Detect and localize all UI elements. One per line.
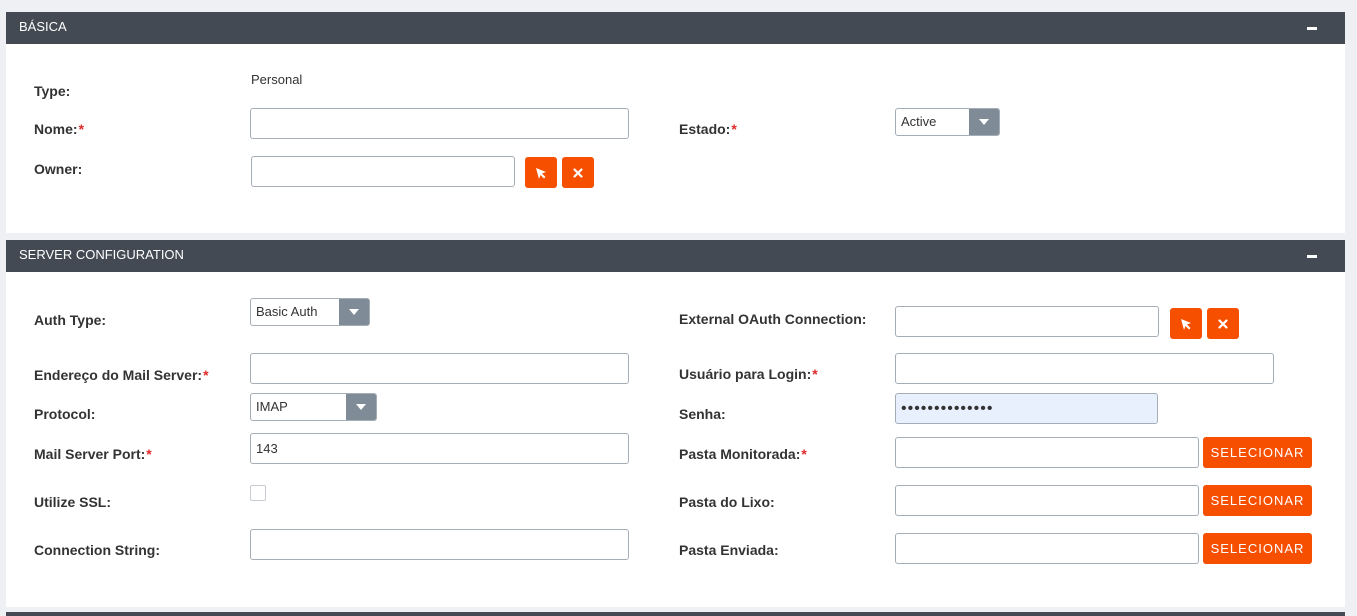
name-label: Nome:* <box>34 121 85 137</box>
name-input[interactable] <box>250 108 629 139</box>
owner-select-button[interactable] <box>525 157 557 188</box>
caret-down-icon[interactable] <box>969 109 999 135</box>
monitored-folder-label: Pasta Monitorada:* <box>679 446 807 462</box>
state-select[interactable]: Active <box>895 108 1000 136</box>
protocol-label: Protocol: <box>34 406 96 422</box>
collapse-minus-icon[interactable] <box>1307 27 1317 30</box>
connection-string-label: Connection String: <box>34 542 160 558</box>
auth-type-label: Auth Type: <box>34 312 107 328</box>
caret-down-icon[interactable] <box>339 299 369 325</box>
server-panel-header[interactable]: SERVER CONFIGURATION <box>6 240 1345 272</box>
basic-panel-title: BÁSICA <box>19 19 67 34</box>
server-panel-title: SERVER CONFIGURATION <box>19 247 184 262</box>
oauth-clear-button[interactable] <box>1207 308 1239 339</box>
cursor-arrow-icon <box>536 167 546 179</box>
close-x-icon <box>1218 318 1228 329</box>
cursor-arrow-icon <box>1181 318 1191 330</box>
collapse-minus-icon[interactable] <box>1307 255 1317 258</box>
basic-panel-header[interactable]: BÁSICA <box>6 12 1345 44</box>
connection-string-input[interactable] <box>250 529 629 560</box>
oauth-input[interactable] <box>895 306 1159 337</box>
port-input[interactable] <box>250 433 629 464</box>
type-value: Personal <box>251 72 303 87</box>
sent-folder-select-button[interactable]: SELECIONAR <box>1203 533 1312 564</box>
oauth-label: External OAuth Connection: <box>679 311 867 327</box>
trash-folder-label: Pasta do Lixo: <box>679 494 775 510</box>
monitored-folder-input[interactable] <box>895 437 1199 468</box>
monitored-folder-select-button[interactable]: SELECIONAR <box>1203 437 1312 468</box>
mail-server-label: Endereço do Mail Server:* <box>34 367 209 383</box>
owner-input[interactable] <box>251 156 515 187</box>
login-input[interactable] <box>895 353 1274 384</box>
login-label: Usuário para Login:* <box>679 366 818 382</box>
password-input[interactable]: •••••••••••••• <box>895 393 1158 424</box>
protocol-select[interactable]: IMAP <box>250 393 377 421</box>
ssl-label: Utilize SSL: <box>34 494 112 510</box>
password-label: Senha: <box>679 406 726 422</box>
caret-down-icon[interactable] <box>346 394 376 420</box>
sent-folder-label: Pasta Enviada: <box>679 542 779 558</box>
owner-clear-button[interactable] <box>562 157 594 188</box>
mail-server-input[interactable] <box>250 353 629 384</box>
state-select-value: Active <box>901 114 937 129</box>
trash-folder-input[interactable] <box>895 485 1199 516</box>
port-label: Mail Server Port:* <box>34 446 152 462</box>
sent-folder-input[interactable] <box>895 533 1199 564</box>
protocol-select-value: IMAP <box>256 399 288 414</box>
trash-folder-select-button[interactable]: SELECIONAR <box>1203 485 1312 516</box>
basic-panel-body <box>6 44 1345 233</box>
auth-type-select[interactable]: Basic Auth <box>250 298 370 326</box>
next-panel-header[interactable] <box>6 612 1345 616</box>
auth-type-select-value: Basic Auth <box>256 304 318 319</box>
owner-label: Owner: <box>34 161 83 177</box>
state-label: Estado:* <box>679 121 737 137</box>
ssl-checkbox[interactable] <box>250 485 266 501</box>
type-label: Type: <box>34 83 71 99</box>
oauth-select-button[interactable] <box>1170 308 1202 339</box>
close-x-icon <box>573 167 583 178</box>
